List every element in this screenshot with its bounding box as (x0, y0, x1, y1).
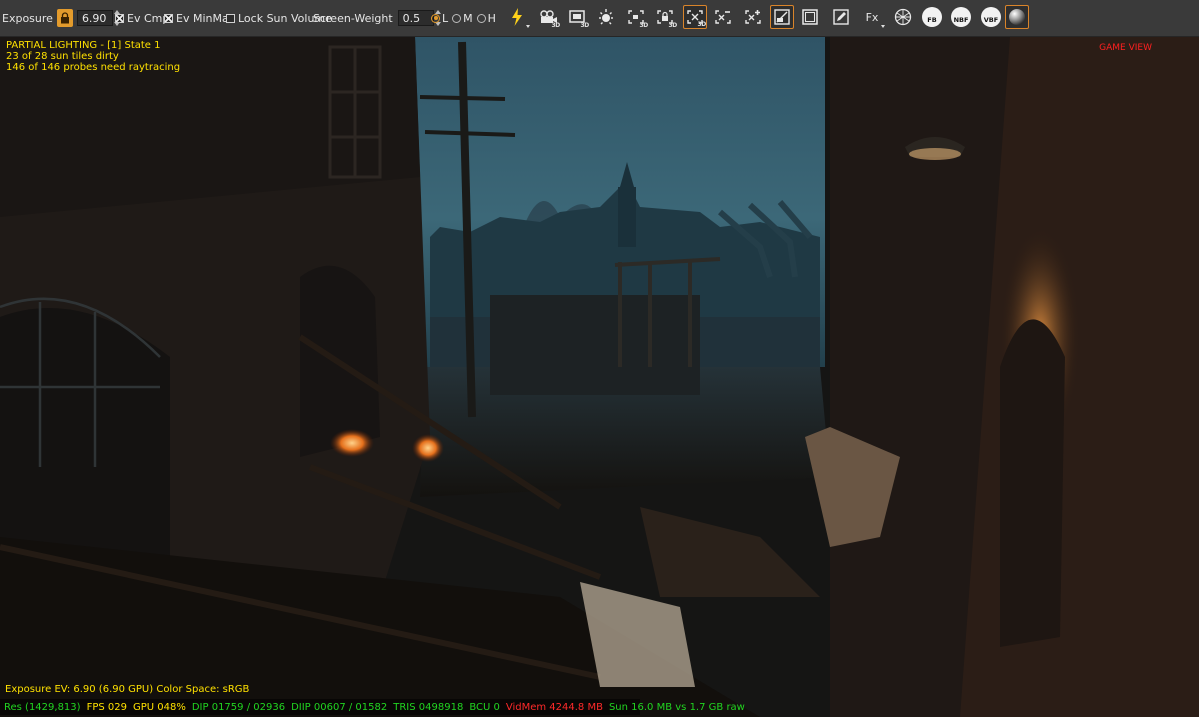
game-viewport[interactable]: PARTIAL LIGHTING - [1] State 1 23 of 28 … (0, 37, 1199, 717)
dip-stat: DIP 01759 / 02936 (191, 701, 286, 713)
probes-status: 146 of 146 probes need raytracing (6, 62, 181, 73)
grid-x-3d-icon[interactable]: 3D (683, 5, 707, 29)
grid-minus-icon[interactable] (711, 5, 735, 29)
ev-cmp-label: Ev Cmp (127, 11, 170, 25)
sun-mem-stat: Sun 16.0 MB vs 1.7 GB raw (608, 701, 745, 713)
tris-stat: TRIS 0498918 (393, 701, 464, 713)
screenshot-3d-label: 3D (580, 22, 589, 29)
camera-3d-icon[interactable]: 3D (536, 5, 560, 29)
exposure-group: Exposure 6.90 (2, 0, 122, 36)
grid-x-3d-label: 3D (697, 21, 706, 28)
vbf-label: VBF (983, 16, 999, 24)
stats-bar: Res (1429,813) FPS 029 GPU 048% DIP 0175… (0, 699, 745, 715)
lock-sun-volume-checkbox[interactable] (226, 13, 235, 23)
exposure-input[interactable]: 6.90 (76, 10, 113, 26)
lock-3d-label: 3D (668, 22, 677, 29)
sun-tiles-status: 23 of 28 sun tiles dirty (6, 51, 119, 62)
game-scene (0, 37, 1199, 717)
fb-icon[interactable]: FB (920, 5, 944, 29)
resolution-stat: Res (1429,813) (4, 701, 81, 713)
quality-l-radio[interactable] (431, 13, 440, 23)
sun-icon[interactable] (594, 5, 618, 29)
probe-3d-icon[interactable]: 3D (624, 5, 648, 29)
gpu-stat: GPU 048% (132, 701, 186, 713)
render-view-icon[interactable] (770, 5, 794, 29)
lock-icon[interactable] (56, 9, 73, 27)
vbf-icon[interactable]: VBF (979, 5, 1003, 29)
ev-minmax-toggle[interactable]: Ev MinMax (164, 0, 235, 36)
nbf-label: NBF (953, 16, 969, 24)
sphere-icon[interactable] (1005, 5, 1029, 29)
screenshot-3d-icon[interactable]: 3D (565, 5, 589, 29)
quality-h-label: H (487, 11, 496, 25)
diip-stat: DIIP 00607 / 01582 (291, 701, 388, 713)
ev-cmp-toggle[interactable]: Ev Cmp (115, 0, 169, 36)
quality-h-radio[interactable] (476, 13, 486, 23)
fx-label: Fx (865, 10, 879, 24)
exposure-info: Exposure EV: 6.90 (6.90 GPU) Color Space… (5, 684, 250, 695)
pencil-icon[interactable] (829, 5, 853, 29)
camera-3d-label: 3D (551, 22, 560, 29)
quality-m-label: M (463, 11, 473, 25)
lock-3d-icon[interactable]: 3D (653, 5, 677, 29)
nbf-icon[interactable]: NBF (949, 5, 973, 29)
lightning-icon[interactable] (505, 5, 530, 29)
quality-l-label: L (442, 11, 449, 25)
fb-label: FB (927, 16, 937, 24)
ev-cmp-checkbox[interactable] (115, 13, 124, 23)
wireframe-icon[interactable] (891, 5, 915, 29)
quality-radio-group: L M H (431, 0, 496, 36)
vidmem-stat: VidMem 4244.8 MB (505, 701, 603, 713)
probe-3d-label: 3D (639, 22, 648, 29)
screen-weight-group: Screen-Weight 0.5 (313, 0, 443, 36)
quality-m-radio[interactable] (452, 13, 462, 23)
screen-weight-input[interactable]: 0.5 (397, 10, 434, 26)
exposure-label: Exposure (2, 11, 53, 25)
lighting-status: PARTIAL LIGHTING - [1] State 1 23 of 28 … (6, 40, 180, 73)
editor-toolbar: Exposure 6.90 Ev Cmp Ev MinMax Lock Sun … (0, 0, 1199, 37)
screen-weight-label: Screen-Weight (313, 11, 393, 25)
ev-minmax-checkbox[interactable] (164, 13, 173, 23)
frame-icon[interactable] (798, 5, 822, 29)
fx-icon[interactable]: Fx (860, 5, 885, 29)
fps-stat: FPS 029 (86, 701, 127, 713)
lighting-title: PARTIAL LIGHTING - [1] State 1 (6, 40, 161, 51)
grid-plus-icon[interactable] (741, 5, 765, 29)
bcu-stat: BCU 0 (469, 701, 500, 713)
game-view-label: GAME VIEW (1099, 43, 1152, 53)
